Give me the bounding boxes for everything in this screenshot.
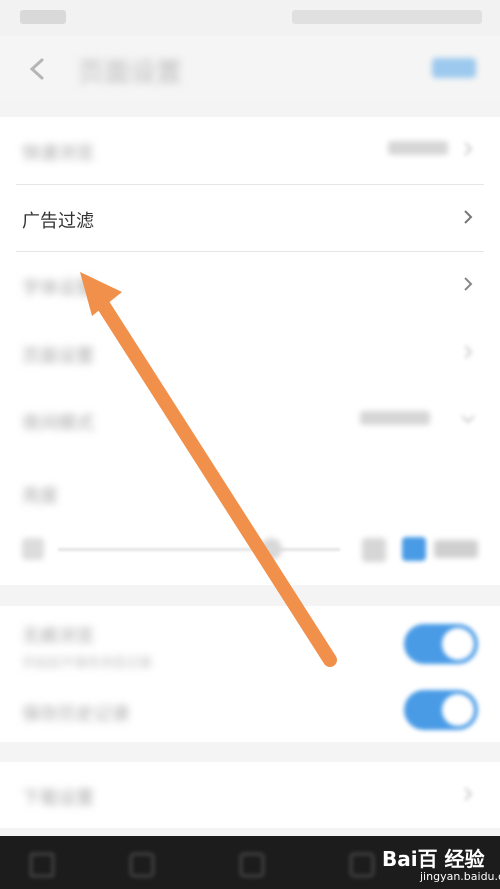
row-value <box>388 141 448 155</box>
settings-row-quick-browse[interactable]: 快速浏览 <box>0 117 500 184</box>
chevron-right-icon <box>464 142 473 156</box>
header: 页面设置 <box>0 36 500 102</box>
settings-row-download[interactable]: 下载设置 <box>0 762 500 829</box>
row-label: 快速浏览 <box>22 143 94 164</box>
row-label: 保存历史记录 <box>22 704 130 725</box>
chevron-right-icon <box>464 787 473 801</box>
settings-row-private-browsing[interactable]: 无痕浏览 开启后不保存浏览记录 <box>0 606 500 678</box>
brightness-slider[interactable] <box>58 548 340 551</box>
row-label: 页面设置 <box>22 346 94 367</box>
settings-row-brightness: 亮度 <box>0 462 500 529</box>
row-label: 下载设置 <box>22 788 94 809</box>
status-bar <box>0 0 500 36</box>
private-browsing-toggle[interactable] <box>404 624 478 664</box>
row-label: 夜间模式 <box>22 413 94 434</box>
back-arrow-icon[interactable] <box>24 56 50 82</box>
settings-row-ad-filter[interactable]: 广告过滤 <box>0 185 500 252</box>
page-title: 页面设置 <box>78 58 183 88</box>
settings-row-save-history[interactable]: 保存历史记录 <box>0 678 500 742</box>
row-value <box>360 411 430 425</box>
chevron-down-icon <box>461 415 475 424</box>
row-label: 广告过滤 <box>22 211 94 232</box>
row-label: 字体设置 <box>22 278 94 299</box>
nav-recents-icon[interactable] <box>240 853 264 877</box>
watermark-site: jingyan.baidu.com <box>420 870 500 883</box>
brightness-slider-thumb[interactable] <box>260 538 282 560</box>
settings-row-night-mode[interactable]: 夜间模式 <box>0 387 500 454</box>
settings-section-1: 快速浏览 广告过滤 字体设置 页面设置 夜间模式 亮度 <box>0 117 500 585</box>
nav-back-icon[interactable] <box>30 853 54 877</box>
row-label: 无痕浏览 <box>22 626 94 647</box>
brightness-high-icon <box>362 538 386 562</box>
nav-home-icon[interactable] <box>130 853 154 877</box>
brightness-low-icon <box>22 538 44 560</box>
chevron-right-icon <box>464 210 473 224</box>
save-history-toggle[interactable] <box>404 690 478 730</box>
settings-section-2: 无痕浏览 开启后不保存浏览记录 保存历史记录 <box>0 606 500 742</box>
settings-row-font[interactable]: 字体设置 <box>0 252 500 319</box>
row-label: 亮度 <box>22 486 58 507</box>
auto-brightness-label <box>434 540 478 558</box>
auto-brightness-checkbox[interactable] <box>402 537 426 561</box>
row-sublabel: 开启后不保存浏览记录 <box>22 656 153 671</box>
status-indicators-left <box>20 10 66 24</box>
status-indicators-right <box>292 10 482 24</box>
watermark-brand: Bai百 经验 <box>382 847 485 871</box>
chevron-right-icon <box>464 277 473 291</box>
chevron-right-icon <box>464 345 473 359</box>
nav-menu-icon[interactable] <box>350 853 374 877</box>
settings-section-3: 下载设置 <box>0 762 500 828</box>
header-action-button[interactable] <box>432 58 476 78</box>
settings-row-page[interactable]: 页面设置 <box>0 320 500 387</box>
